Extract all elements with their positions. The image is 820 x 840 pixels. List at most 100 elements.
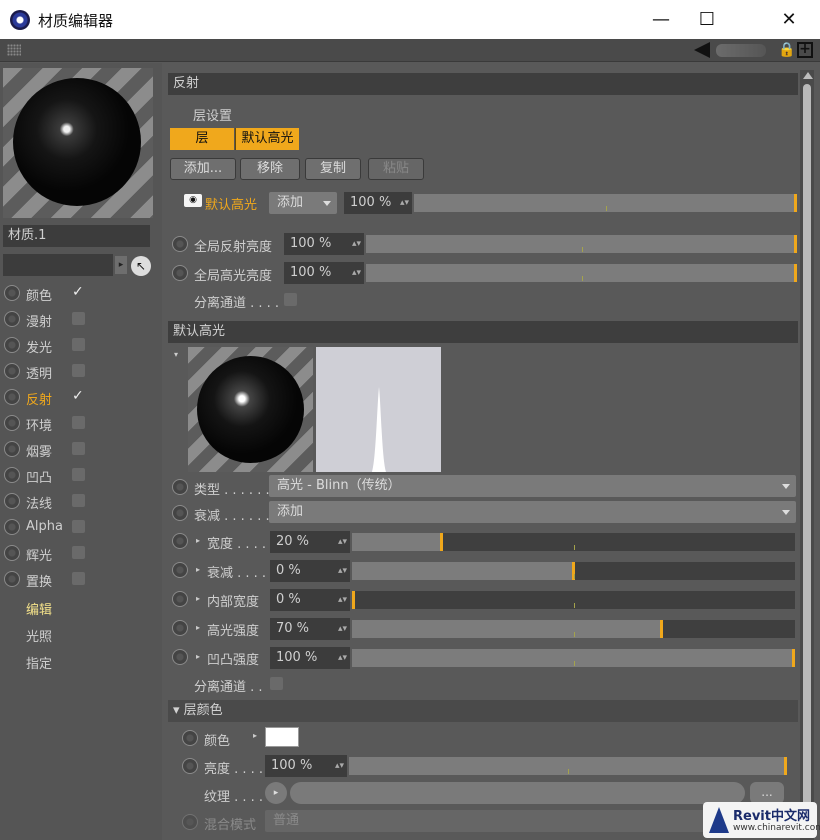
channel-item[interactable]: 反射 ✓ [4, 386, 154, 408]
channel-radio[interactable] [4, 493, 20, 509]
texture-path-field[interactable] [290, 782, 745, 804]
param-slider[interactable] [352, 620, 795, 638]
slider-handle[interactable] [660, 620, 663, 638]
channel-checkbox[interactable] [72, 416, 85, 429]
channel-item[interactable]: 环境 [4, 412, 154, 434]
param-field[interactable]: 70 % ▴▾ [270, 618, 350, 640]
global-reflect-field[interactable]: 100 % ▴▾ [284, 233, 364, 255]
channel-checkbox[interactable] [72, 364, 85, 377]
channel-item[interactable]: 发光 [4, 334, 154, 356]
global-spec-field[interactable]: 100 % ▴▾ [284, 262, 364, 284]
eye-icon[interactable]: ◉ [184, 194, 202, 207]
channel-checkbox[interactable] [72, 494, 85, 507]
param-expand-icon[interactable]: ▸ [196, 594, 200, 603]
slider-handle[interactable] [794, 264, 797, 282]
spinner-icon[interactable]: ▴▾ [335, 755, 344, 777]
layer-name-label[interactable]: 默认高光 [205, 194, 257, 213]
channel-label[interactable]: 法线 [26, 493, 52, 512]
global-reflect-radio[interactable] [172, 236, 188, 252]
slider-handle[interactable] [792, 649, 795, 667]
type-dropdown[interactable]: 高光 - Blinn（传统） [269, 475, 796, 497]
param-field[interactable]: 100 % ▴▾ [270, 647, 350, 669]
spinner-icon[interactable]: ▴▾ [338, 531, 347, 553]
lock-icon[interactable]: 🔒 [778, 41, 795, 59]
scroll-thumb[interactable] [803, 84, 811, 824]
falloff-radio[interactable] [172, 505, 188, 521]
paste-layer-button[interactable]: 粘贴 [368, 158, 424, 180]
layer-blend-dropdown[interactable]: 添加 [269, 192, 337, 214]
close-button[interactable]: ✕ [766, 0, 812, 39]
expand-arrow-icon[interactable]: ▸ [115, 256, 127, 274]
blend-mode-radio[interactable] [182, 814, 198, 830]
channel-label[interactable]: 发光 [26, 337, 52, 356]
channel-radio[interactable] [4, 415, 20, 431]
spinner-icon[interactable]: ▴▾ [338, 618, 347, 640]
layer-opacity-field[interactable]: 100 % ▴▾ [344, 192, 412, 214]
blend-mode-dropdown[interactable]: 普通 [265, 810, 705, 832]
slider-handle[interactable] [784, 757, 787, 775]
channel-checkbox[interactable] [72, 338, 85, 351]
history-slider[interactable] [716, 44, 766, 57]
separate-pass-checkbox[interactable] [284, 293, 297, 306]
channel-checkbox[interactable] [72, 442, 85, 455]
param-slider[interactable] [352, 591, 795, 609]
spinner-icon[interactable]: ▴▾ [400, 192, 409, 214]
copy-layer-button[interactable]: 复制 [305, 158, 361, 180]
global-spec-slider[interactable] [366, 264, 797, 282]
param-radio[interactable] [172, 620, 188, 636]
channel-item[interactable]: 法线 [4, 490, 154, 512]
param-expand-icon[interactable]: ▸ [196, 536, 200, 545]
extra-item[interactable]: 光照 [26, 626, 52, 645]
tab-layer[interactable]: 层 [170, 128, 234, 150]
color-radio[interactable] [182, 730, 198, 746]
channel-label[interactable]: 颜色 [26, 285, 52, 304]
channel-item[interactable]: 透明 [4, 360, 154, 382]
channel-checkbox[interactable]: ✓ [72, 389, 85, 403]
slider-handle[interactable] [794, 194, 797, 212]
scroll-up-icon[interactable] [803, 72, 813, 79]
channel-checkbox[interactable] [72, 520, 85, 533]
channel-item[interactable]: 颜色 ✓ [4, 282, 154, 304]
maximize-button[interactable]: ☐ [684, 0, 730, 39]
channel-item[interactable]: Alpha [4, 516, 154, 538]
param-slider[interactable] [352, 533, 795, 551]
slider-handle[interactable] [794, 235, 797, 253]
minimize-button[interactable]: — [638, 0, 684, 39]
remove-layer-button[interactable]: 移除 [240, 158, 300, 180]
param-expand-icon[interactable]: ▸ [196, 623, 200, 632]
param-slider[interactable] [352, 562, 795, 580]
channel-radio[interactable] [4, 363, 20, 379]
channel-checkbox[interactable]: ✓ [72, 285, 85, 299]
global-spec-radio[interactable] [172, 265, 188, 281]
spec-separate-pass-checkbox[interactable] [270, 677, 283, 690]
param-radio[interactable] [172, 649, 188, 665]
slider-handle[interactable] [440, 533, 443, 551]
slider-handle[interactable] [352, 591, 355, 609]
param-expand-icon[interactable]: ▸ [196, 565, 200, 574]
tab-default-specular[interactable]: 默认高光 [235, 128, 299, 150]
channel-label[interactable]: 凹凸 [26, 467, 52, 486]
add-layer-button[interactable]: 添加... [170, 158, 236, 180]
back-arrow-icon[interactable] [694, 42, 710, 58]
channel-checkbox[interactable] [72, 572, 85, 585]
spinner-icon[interactable]: ▴▾ [338, 589, 347, 611]
channel-radio[interactable] [4, 571, 20, 587]
material-name-field[interactable]: 材质.1 [3, 225, 150, 247]
extra-item[interactable]: 指定 [26, 653, 52, 672]
param-radio[interactable] [172, 591, 188, 607]
channel-radio[interactable] [4, 389, 20, 405]
channel-checkbox[interactable] [72, 468, 85, 481]
param-expand-icon[interactable]: ▸ [196, 652, 200, 661]
brightness-field[interactable]: 100 % ▴▾ [265, 755, 347, 777]
channel-label[interactable]: 辉光 [26, 545, 52, 564]
collapse-icon[interactable]: ▾ [174, 350, 178, 359]
new-window-icon[interactable]: + [797, 42, 813, 58]
section-layer-color-header[interactable]: ▾ 层颜色 [168, 700, 798, 722]
channel-radio[interactable] [4, 441, 20, 457]
channel-radio[interactable] [4, 545, 20, 561]
channel-item[interactable]: 置换 [4, 568, 154, 590]
spinner-icon[interactable]: ▴▾ [338, 560, 347, 582]
extra-item[interactable]: 编辑 [26, 599, 52, 618]
channel-radio[interactable] [4, 337, 20, 353]
channel-label[interactable]: 透明 [26, 363, 52, 382]
